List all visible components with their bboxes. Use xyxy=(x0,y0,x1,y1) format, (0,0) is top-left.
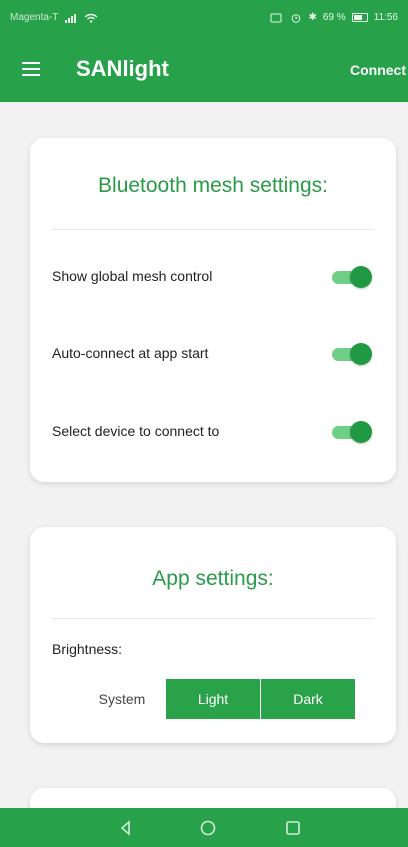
system-nav-bar xyxy=(0,808,408,847)
bluetooth-icon: ✱ xyxy=(308,12,317,23)
menu-icon[interactable] xyxy=(22,62,40,76)
divider xyxy=(52,618,374,619)
app-bar: SANlight Connect xyxy=(0,40,408,102)
brightness-system-button[interactable]: System xyxy=(78,679,166,719)
setting-label: Show global mesh control xyxy=(52,268,213,284)
setting-label: Select device to connect to xyxy=(52,423,220,439)
battery-icon xyxy=(351,13,368,22)
nfc-icon xyxy=(270,13,282,22)
connect-button[interactable]: Connect xyxy=(350,62,406,78)
alarm-icon xyxy=(291,13,300,23)
app-settings-card: App settings: Brightness: System Light D… xyxy=(30,527,396,743)
back-icon[interactable] xyxy=(114,816,138,840)
setting-row-select-device: Select device to connect to xyxy=(52,417,372,447)
brightness-label: Brightness: xyxy=(52,641,123,657)
toggle-knob xyxy=(350,421,372,443)
bluetooth-card-title: Bluetooth mesh settings: xyxy=(98,174,328,197)
auto-connect-toggle[interactable] xyxy=(332,343,372,365)
brightness-light-button[interactable]: Light xyxy=(166,679,260,719)
toggle-knob xyxy=(350,343,372,365)
status-left: Magenta-T xyxy=(10,12,98,23)
divider xyxy=(52,229,374,230)
home-icon[interactable] xyxy=(196,816,220,840)
show-global-mesh-toggle[interactable] xyxy=(332,266,372,288)
setting-label: Auto-connect at app start xyxy=(52,345,209,361)
status-bar: Magenta-T ✱ 69 % 11:56 xyxy=(0,0,408,40)
wifi-icon xyxy=(84,13,98,23)
bluetooth-mesh-settings-card: Bluetooth mesh settings: Show global mes… xyxy=(30,138,396,482)
select-device-toggle[interactable] xyxy=(332,421,372,443)
signal-icon xyxy=(65,13,77,23)
carrier-name: Magenta-T xyxy=(10,12,59,23)
toggle-knob xyxy=(350,266,372,288)
battery-percent: 69 % xyxy=(322,12,346,23)
app-settings-title: App settings: xyxy=(152,567,274,590)
clock: 11:56 xyxy=(373,12,398,23)
recent-apps-icon[interactable] xyxy=(281,816,305,840)
app-title: SANlight xyxy=(76,56,169,81)
setting-row-global-mesh: Show global mesh control xyxy=(52,262,372,292)
setting-row-auto-connect: Auto-connect at app start xyxy=(52,339,372,369)
brightness-dark-button[interactable]: Dark xyxy=(261,679,355,719)
status-right: ✱ 69 % 11:56 xyxy=(269,12,398,23)
